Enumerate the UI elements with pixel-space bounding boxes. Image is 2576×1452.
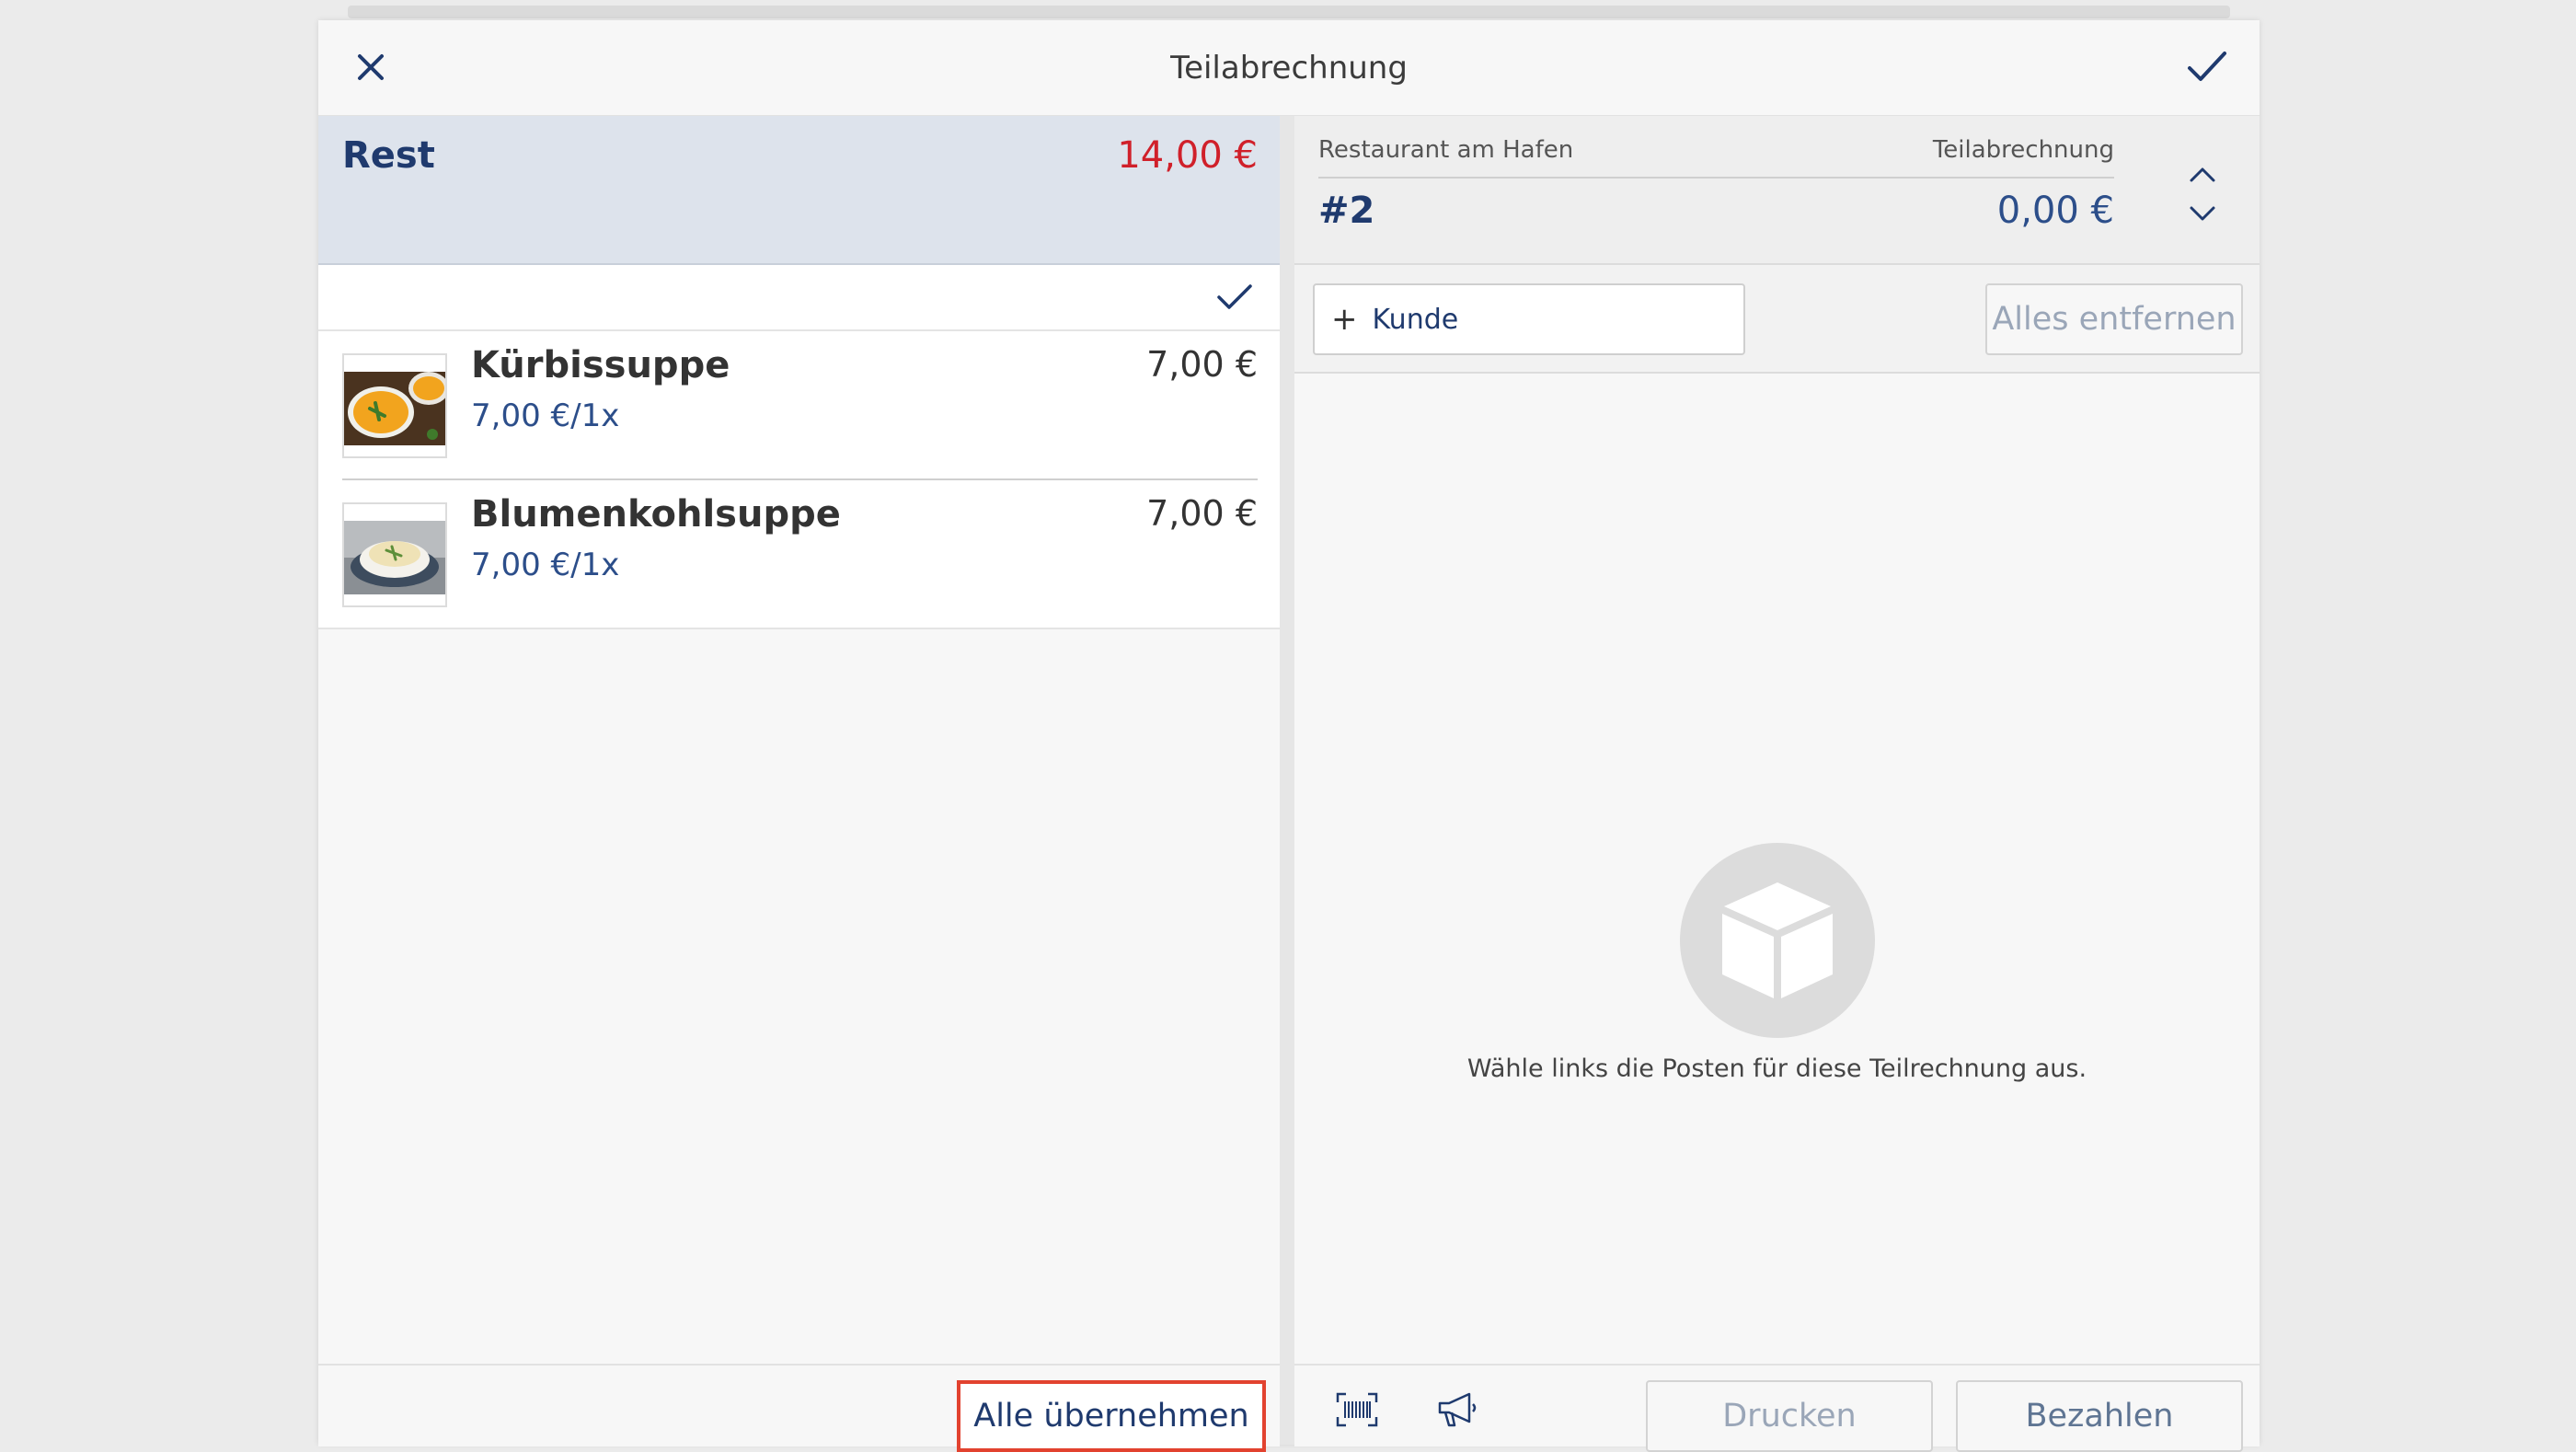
next-receipt-button[interactable] [2180,195,2225,232]
take-all-button[interactable]: Alle übernehmen [957,1380,1266,1452]
background-strip [348,6,2230,18]
empty-state: Wähle links die Posten für diese Teilrec… [1294,374,2260,1362]
rest-amount: 14,00 € [1117,134,1258,177]
divider [1318,177,2114,179]
rest-summary: Rest 14,00 € [318,116,1280,265]
announce-button[interactable] [1431,1384,1486,1435]
chevron-up-icon [2190,167,2215,182]
list-item[interactable]: Kürbissuppe 7,00 €/1x 7,00 € [318,331,1280,480]
item-price: 7,00 € [1146,344,1258,385]
customer-label: Kunde [1372,303,1459,336]
pay-button[interactable]: Bezahlen [1956,1380,2243,1452]
item-unit-price: 7,00 €/1x [471,547,620,583]
item-name: Kürbissuppe [471,344,730,386]
select-all-row [318,265,1280,331]
close-icon [358,54,384,80]
remaining-items-panel: Rest 14,00 € Kürbissuppe 7,00 €/1x 7,00 … [318,116,1280,1452]
remove-all-button[interactable]: Alles entfernen [1985,283,2243,355]
divider [318,628,1280,629]
left-footer: Alle übernehmen [318,1364,1280,1452]
megaphone-icon [1438,1392,1477,1427]
box-icon [1722,882,1833,998]
plus-icon: + [1331,301,1358,338]
barcode-scan-button[interactable] [1329,1384,1385,1435]
item-list: Kürbissuppe 7,00 €/1x 7,00 € Blumenkohls… [318,331,1280,629]
receipt-header: Restaurant am Hafen Teilabrechnung #2 0,… [1294,116,2260,265]
right-footer: Drucken Bezahlen [1294,1364,2260,1452]
add-customer-button[interactable]: + Kunde [1313,283,1745,355]
barcode-icon [1336,1392,1378,1427]
close-button[interactable] [337,33,405,101]
restaurant-name: Restaurant am Hafen [1318,136,1574,164]
receipt-number: #2 [1318,190,1375,232]
print-button[interactable]: Drucken [1646,1380,1933,1452]
receipt-type: Teilabrechnung [1932,136,2114,164]
receipt-actions: + Kunde Alles entfernen [1294,265,2260,374]
previous-receipt-button[interactable] [2180,156,2225,193]
dialog-header: Teilabrechnung [318,20,2260,117]
empty-state-text: Wähle links die Posten für diese Teilrec… [1466,1054,2087,1083]
receipt-amount: 0,00 € [1996,190,2114,232]
item-thumbnail [342,502,447,607]
confirm-button[interactable] [2173,33,2241,101]
empty-box-icon-circle [1680,843,1875,1038]
item-price: 7,00 € [1146,493,1258,534]
panel-divider [1280,116,1294,1445]
select-all-checkbox[interactable] [1210,272,1259,322]
chevron-down-icon [2190,206,2215,221]
pumpkin-soup-image [344,355,445,456]
item-unit-price: 7,00 €/1x [471,398,620,434]
checkmark-icon [2188,52,2226,81]
item-name: Blumenkohlsuppe [471,493,841,536]
partial-bill-panel: Restaurant am Hafen Teilabrechnung #2 0,… [1294,116,2260,1452]
split-bill-dialog: Teilabrechnung Rest 14,00 € Kürbissuppe … [318,20,2260,1452]
rest-label: Rest [342,134,435,177]
item-thumbnail [342,353,447,458]
checkmark-icon [1217,284,1252,309]
dialog-title: Teilabrechnung [1170,49,1408,86]
cauliflower-soup-image [344,504,445,605]
list-item[interactable]: Blumenkohlsuppe 7,00 €/1x 7,00 € [318,480,1280,629]
